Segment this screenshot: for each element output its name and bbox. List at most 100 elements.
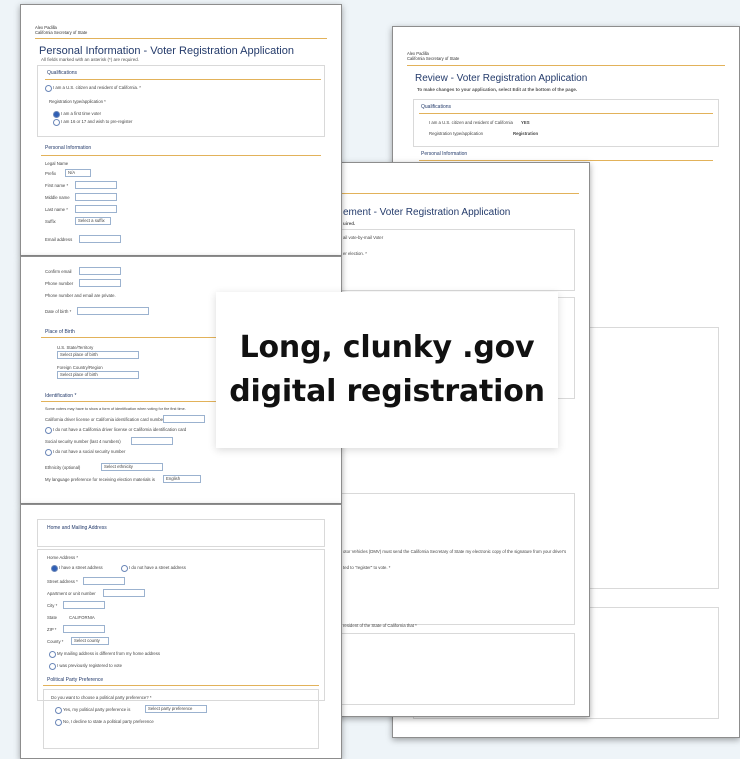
street-radio[interactable] <box>51 565 58 572</box>
foreign-label: Foreign Country/Region <box>57 365 103 370</box>
party-yes-radio[interactable] <box>55 707 62 714</box>
party-heading: Political Party Preference <box>47 677 104 683</box>
us-state-label: U.S. State/Territory <box>57 345 94 350</box>
suffix-label: Suffix <box>45 219 56 224</box>
id-help-text: Some voters may have to show a form of i… <box>45 407 186 411</box>
question-label: ted to "register" to vote. * <box>343 565 391 570</box>
prev-reg-checkbox[interactable] <box>49 663 56 670</box>
reg-type-value: Registration <box>513 131 539 136</box>
section-heading: Qualifications <box>421 104 452 110</box>
apt-input[interactable] <box>103 589 145 597</box>
prefix-label: Prefix <box>45 171 56 176</box>
header-rule <box>337 193 579 194</box>
ssn-input[interactable] <box>131 437 173 445</box>
foreign-select[interactable]: Select place of birth <box>57 371 139 379</box>
street-option-label: I have a street address <box>59 565 103 570</box>
no-ssn-checkbox[interactable] <box>45 449 52 456</box>
confirm-email-label: Confirm email <box>45 269 72 274</box>
zip-label: ZIP * <box>47 627 57 632</box>
section-rule <box>41 155 321 156</box>
home-address-label: Home Address * <box>47 555 79 560</box>
email-input[interactable] <box>79 235 121 243</box>
middle-name-label: Middle name <box>45 195 70 200</box>
language-label: My language preference for receiving ele… <box>45 477 155 482</box>
prefix-select[interactable]: N/A <box>65 169 91 177</box>
header-rule <box>407 65 725 66</box>
street-input[interactable] <box>83 577 125 585</box>
question-label: otor Vehicles (DMV) must send the Califo… <box>343 549 567 554</box>
phone-input[interactable] <box>79 279 121 287</box>
city-input[interactable] <box>63 601 105 609</box>
caption-line-1: Long, clunky .gov <box>239 330 535 365</box>
dob-select[interactable] <box>77 307 149 315</box>
citizen-checkbox[interactable] <box>45 85 52 92</box>
dl-input[interactable] <box>163 415 205 423</box>
last-name-input[interactable] <box>75 205 117 213</box>
form-section <box>337 633 575 705</box>
citizen-value: YES <box>521 120 530 125</box>
caption-line-2: digital registration <box>229 374 545 409</box>
dl-label: California driver license or California … <box>45 417 165 422</box>
header-rule <box>35 38 327 39</box>
party-yes-label: Yes, my political party preference is <box>63 707 131 712</box>
section-rule <box>43 685 319 686</box>
section-rule <box>41 401 221 402</box>
id-heading: Identification * <box>45 393 77 399</box>
personal-heading: Personal Information <box>45 145 92 151</box>
prev-reg-label: I was previously registered to vote <box>57 663 122 668</box>
page-title: ement - Voter Registration Application <box>343 207 511 218</box>
page-subtitle: To make changes to your application, sel… <box>417 87 578 92</box>
no-dl-checkbox[interactable] <box>45 427 52 434</box>
section-rule <box>419 160 713 161</box>
address-section <box>37 519 325 547</box>
ethnicity-select[interactable]: Select ethnicity <box>101 463 163 471</box>
middle-name-input[interactable] <box>75 193 117 201</box>
preregister-radio[interactable] <box>53 119 60 126</box>
reg-type-label: Registration type/application * <box>49 99 106 104</box>
page-subtitle: All fields marked with an asterisk (*) a… <box>41 57 140 62</box>
last-name-label: Last name * <box>45 207 68 212</box>
state-label: State <box>47 615 58 620</box>
no-ssn-label: I do not have a social security number <box>53 449 126 454</box>
suffix-select[interactable]: Select a suffix <box>75 217 111 225</box>
section-rule <box>45 79 321 80</box>
confirm-email-input[interactable] <box>79 267 121 275</box>
party-question: Do you want to choose a political party … <box>51 695 152 700</box>
form-section <box>337 493 575 625</box>
party-select[interactable]: Select party preference <box>145 705 207 713</box>
email-label: Email address <box>45 237 73 242</box>
new-voter-label: I am a first time voter <box>61 111 102 116</box>
agency-office: California Secretary of State <box>35 30 88 35</box>
dob-label: Date of birth * <box>45 309 72 314</box>
mailing-diff-checkbox[interactable] <box>49 651 56 658</box>
language-select[interactable]: English <box>163 475 201 483</box>
ssn-label: Social security number (last 4 numbers) <box>45 439 121 444</box>
citizen-label: I am a U.S. citizen and resident of Cali… <box>53 85 141 90</box>
personal-heading: Personal Information <box>421 151 468 157</box>
question-label: resident of the State of California that… <box>343 623 417 628</box>
no-street-radio[interactable] <box>121 565 128 572</box>
us-state-select[interactable]: Select place of birth <box>57 351 139 359</box>
privacy-notice: Phone number and email are private. <box>45 293 116 298</box>
county-label: County * <box>47 639 64 644</box>
state-value: CALIFORNIA <box>69 615 95 620</box>
new-voter-radio[interactable] <box>53 111 60 118</box>
section-rule <box>41 337 221 338</box>
county-select[interactable]: Select county <box>71 637 109 645</box>
caption-overlay: Long, clunky .gov digital registration <box>216 292 558 448</box>
mailing-diff-label: My mailing address is different from my … <box>57 651 161 656</box>
page-subtitle: uired. <box>343 221 356 226</box>
question-label: er election. * <box>343 251 367 256</box>
legal-name-label: Legal Name <box>45 161 69 166</box>
first-name-input[interactable] <box>75 181 117 189</box>
ethnicity-label: Ethnicity (optional) <box>45 465 81 470</box>
personal-info-page: Alex Padilla California Secretary of Sta… <box>20 4 342 256</box>
preregister-label: I am 16 or 17 and wish to pre-register <box>61 119 133 124</box>
no-dl-label: I do not have a California driver licens… <box>53 427 187 432</box>
citizen-label: I am a U.S. citizen and resident of Cali… <box>429 120 513 125</box>
page-title: Review - Voter Registration Application <box>415 73 588 84</box>
apt-label: Apartment or unit number <box>47 591 96 596</box>
first-name-label: First name * <box>45 183 69 188</box>
party-no-radio[interactable] <box>55 719 62 726</box>
zip-input[interactable] <box>63 625 105 633</box>
